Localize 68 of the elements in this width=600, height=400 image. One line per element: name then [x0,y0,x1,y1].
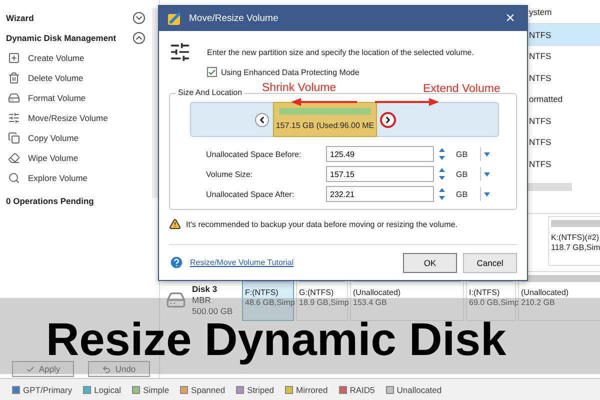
sliders-icon [169,41,191,63]
field-label: Volume Size: [206,170,254,178]
section-title: Wizard [6,13,34,23]
move-left-button[interactable] [255,112,269,126]
trash-icon [8,72,20,84]
column-header: ystem [528,6,553,16]
legend-item: Spanned [180,384,226,394]
dialog-title: Move/Resize Volume [189,13,280,24]
collapse-icon[interactable] [133,32,145,44]
eraser-icon [8,152,20,164]
plus-square-icon [8,52,20,64]
sliders-icon [8,112,20,124]
legend-item: Simple [132,384,170,394]
scrollbar[interactable] [527,183,572,191]
unit-label: GB [455,150,469,158]
partition-size-text: 157.15 GB (Used:96.00 ME [276,121,374,130]
legend-item: RAID5 [338,384,375,394]
ok-button[interactable]: OK [403,252,457,272]
close-button[interactable]: × [502,10,519,28]
legend-item: Unallocated [386,384,442,394]
section-title: Dynamic Disk Management [6,33,116,43]
copy-icon [8,132,20,144]
dropdown-arrow-icon[interactable] [480,167,490,181]
check-icon [26,364,35,374]
expand-icon[interactable] [133,12,145,24]
legend-item: Logical [83,384,122,394]
annotation-text: Extend Volume [423,83,500,95]
warning-text: It's recommended to backup your data before moving or resizing the volume. [186,220,458,228]
legend-item: Striped [236,384,274,394]
undo-icon [102,364,112,374]
field-label: Unallocated Space After: [206,190,296,198]
dropdown-arrow-icon[interactable] [480,147,490,161]
annotation-text: Shrink Volume [262,82,336,94]
spinner-icon[interactable] [438,166,446,182]
annotation-arrow [291,98,357,106]
partition-handle[interactable]: 157.15 GB (Used:96.00 ME [273,102,377,137]
unit-label: GB [455,170,469,178]
number-input[interactable]: 232.21 [326,186,434,202]
group-title: Size And Location [176,88,244,97]
help-icon [169,255,184,270]
partition-block[interactable]: (Unallocated) 210.2 GB [518,271,600,321]
checkmark-icon [208,68,216,76]
number-input[interactable]: 125.49 [326,146,434,162]
checkbox[interactable] [207,67,217,77]
search-icon [8,172,20,184]
number-input[interactable]: 157.15 [326,166,434,182]
partition-block[interactable]: K:(NTFS)(#2) 118.7 GB,Sim [548,216,600,266]
warning-icon [169,218,181,230]
unit-label: GB [455,190,469,198]
move-right-button[interactable] [381,112,395,126]
instruction-text: Enter the new partition size and specify the location of the selected volume. [207,48,475,56]
chevron-left-icon [257,114,267,124]
legend-item: GPT/Primary [12,384,72,394]
spinner-icon[interactable] [438,146,446,162]
spinner-icon[interactable] [438,186,446,202]
operations-pending: 0 Operations Pending [6,196,95,206]
legend-item: Mirrored [285,384,328,394]
dropdown-arrow-icon[interactable] [480,187,490,201]
disk-size: 500.00 GB [192,306,233,316]
app-logo-icon [167,10,183,26]
chevron-right-icon [383,114,393,124]
disk-name: Disk 3 [192,284,218,294]
checkbox-label: Using Enhanced Data Protecting Mode [221,68,360,76]
annotation-arrow [375,98,439,106]
disk-type: MBR [192,295,212,305]
tutorial-link[interactable]: Resize/Move Volume Tutorial [190,258,397,267]
field-label: Unallocated Space Before: [206,150,302,158]
cancel-button[interactable]: Cancel [463,252,517,272]
